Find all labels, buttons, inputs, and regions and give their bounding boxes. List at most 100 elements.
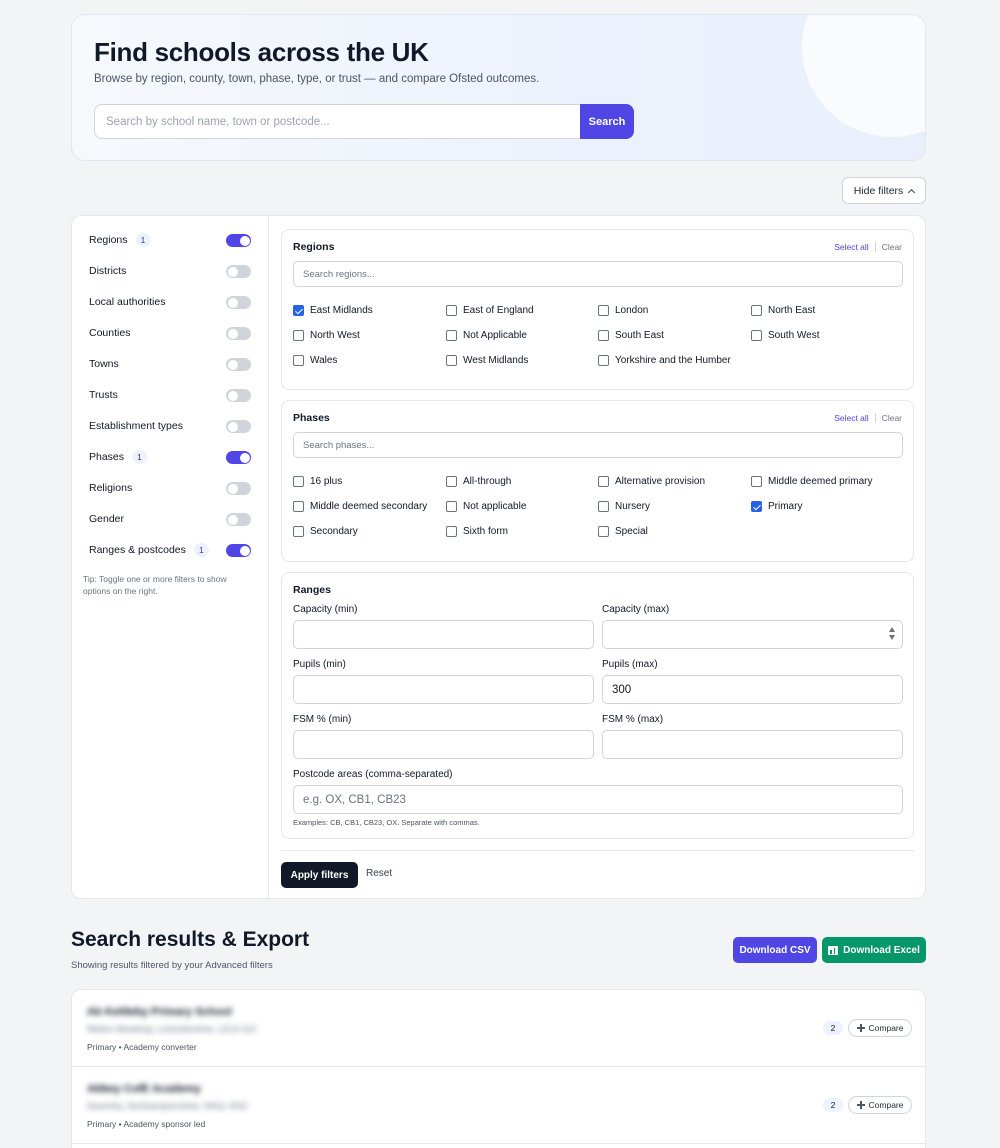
region-option[interactable]: Yorkshire and the Humber	[598, 355, 731, 366]
hide-filters-button[interactable]: Hide filters	[842, 177, 926, 204]
phases-search-input[interactable]	[293, 432, 903, 458]
toggle-switch-local-authorities[interactable]	[226, 296, 251, 309]
fsm-max-input[interactable]	[602, 730, 903, 759]
checkbox[interactable]	[598, 305, 609, 316]
toggle-switch-regions[interactable]	[226, 234, 251, 247]
regions-select-all-link[interactable]: Select all	[834, 242, 869, 252]
checkbox[interactable]	[293, 501, 304, 512]
checkbox[interactable]	[446, 501, 457, 512]
filter-count-badge: 1	[135, 233, 151, 247]
checkbox[interactable]	[293, 526, 304, 537]
checkbox[interactable]	[293, 355, 304, 366]
capacity-max-field	[602, 620, 903, 649]
toggle-row-regions[interactable]: Regions 1	[89, 230, 251, 250]
region-option[interactable]: South East	[598, 330, 664, 341]
region-option[interactable]: North West	[293, 330, 360, 341]
compare-button[interactable]: Compare	[848, 1019, 912, 1037]
region-option[interactable]: Wales	[293, 355, 337, 366]
checkbox[interactable]	[598, 526, 609, 537]
phase-option[interactable]: Middle deemed secondary	[293, 501, 427, 512]
capacity-min-input[interactable]	[293, 620, 594, 649]
phase-option[interactable]: Not applicable	[446, 501, 526, 512]
checkbox[interactable]	[751, 476, 762, 487]
compare-button[interactable]: Compare	[848, 1096, 912, 1114]
pupils-max-input[interactable]	[602, 675, 903, 704]
checkbox[interactable]	[751, 330, 762, 341]
region-option[interactable]: East of England	[446, 305, 534, 316]
checkbox[interactable]	[598, 476, 609, 487]
phase-option[interactable]: Alternative provision	[598, 476, 705, 487]
checkbox[interactable]	[446, 305, 457, 316]
checkbox[interactable]	[598, 355, 609, 366]
school-search-input[interactable]	[94, 104, 582, 139]
checkbox[interactable]	[446, 476, 457, 487]
phases-clear-link[interactable]: Clear	[882, 413, 902, 423]
school-name[interactable]: Abbey CofE Academy	[87, 1083, 201, 1095]
toggle-row-phases[interactable]: Phases 1	[89, 447, 251, 467]
search-button[interactable]: Search	[580, 104, 634, 139]
toggle-row-ranges-postcodes[interactable]: Ranges & postcodes 1	[89, 540, 251, 560]
toggle-switch-trusts[interactable]	[226, 389, 251, 402]
school-address: Melton Mowbray, Leicestershire, LE14 3JJ	[87, 1024, 256, 1034]
checkbox[interactable]	[446, 330, 457, 341]
phase-option[interactable]: Sixth form	[446, 526, 508, 537]
checkbox[interactable]	[293, 330, 304, 341]
toggle-switch-phases[interactable]	[226, 451, 251, 464]
fsm-min-input[interactable]	[293, 730, 594, 759]
toggle-row-counties[interactable]: Counties	[89, 323, 251, 343]
checkbox[interactable]	[598, 501, 609, 512]
phase-option[interactable]: 16 plus	[293, 476, 342, 487]
postcode-input[interactable]	[293, 785, 903, 814]
checkbox[interactable]	[293, 476, 304, 487]
phases-select-all-link[interactable]: Select all	[834, 413, 869, 423]
region-option[interactable]: Not Applicable	[446, 330, 527, 341]
toggle-row-religions[interactable]: Religions	[89, 478, 251, 498]
checkbox[interactable]	[598, 330, 609, 341]
region-option[interactable]: East Midlands	[293, 305, 373, 316]
toggle-row-gender[interactable]: Gender	[89, 509, 251, 529]
result-row[interactable]: Ab Kettleby Primary School Melton Mowbra…	[72, 990, 925, 1067]
checkbox[interactable]	[446, 355, 457, 366]
pupils-min-input[interactable]	[293, 675, 594, 704]
reset-link[interactable]: Reset	[366, 868, 392, 879]
toggle-switch-districts[interactable]	[226, 265, 251, 278]
phase-option[interactable]: Middle deemed primary	[751, 476, 873, 487]
toggle-row-local-authorities[interactable]: Local authorities	[89, 292, 251, 312]
phase-option[interactable]: All-through	[446, 476, 511, 487]
download-csv-button[interactable]: Download CSV	[733, 937, 817, 963]
toggle-row-districts[interactable]: Districts	[89, 261, 251, 281]
toggle-row-establishment-types[interactable]: Establishment types	[89, 416, 251, 436]
toggle-row-trusts[interactable]: Trusts	[89, 385, 251, 405]
phase-option[interactable]: Nursery	[598, 501, 650, 512]
option-label: East of England	[463, 305, 534, 316]
checkbox[interactable]	[446, 526, 457, 537]
download-excel-button[interactable]: Download Excel	[822, 937, 926, 963]
phase-option[interactable]: Secondary	[293, 526, 358, 537]
toggle-switch-gender[interactable]	[226, 513, 251, 526]
capacity-max-input[interactable]	[602, 620, 903, 649]
filter-toggle-list: Regions 1 Districts Local authorities Co…	[72, 216, 269, 898]
number-stepper-icon[interactable]	[889, 627, 895, 640]
apply-filters-button[interactable]: Apply filters	[281, 862, 358, 888]
toggle-switch-religions[interactable]	[226, 482, 251, 495]
regions-search-input[interactable]	[293, 261, 903, 287]
school-name[interactable]: Ab Kettleby Primary School	[87, 1006, 232, 1018]
download-excel-label: Download Excel	[843, 944, 920, 956]
region-option[interactable]: South West	[751, 330, 820, 341]
region-option[interactable]: North East	[751, 305, 815, 316]
toggle-switch-towns[interactable]	[226, 358, 251, 371]
toggle-label: Phases	[89, 451, 125, 463]
toggle-switch-counties[interactable]	[226, 327, 251, 340]
regions-clear-link[interactable]: Clear	[882, 242, 902, 252]
region-option[interactable]: West Midlands	[446, 355, 528, 366]
phase-option[interactable]: Special	[598, 526, 648, 537]
phase-option[interactable]: Primary	[751, 501, 802, 512]
checkbox-checked[interactable]	[751, 501, 762, 512]
toggle-switch-establishment-types[interactable]	[226, 420, 251, 433]
checkbox[interactable]	[751, 305, 762, 316]
toggle-row-towns[interactable]: Towns	[89, 354, 251, 374]
region-option[interactable]: London	[598, 305, 648, 316]
checkbox-checked[interactable]	[293, 305, 304, 316]
toggle-switch-ranges-postcodes[interactable]	[226, 544, 251, 557]
result-row[interactable]: Abbey CofE Academy Daventry, Northampton…	[72, 1067, 925, 1144]
